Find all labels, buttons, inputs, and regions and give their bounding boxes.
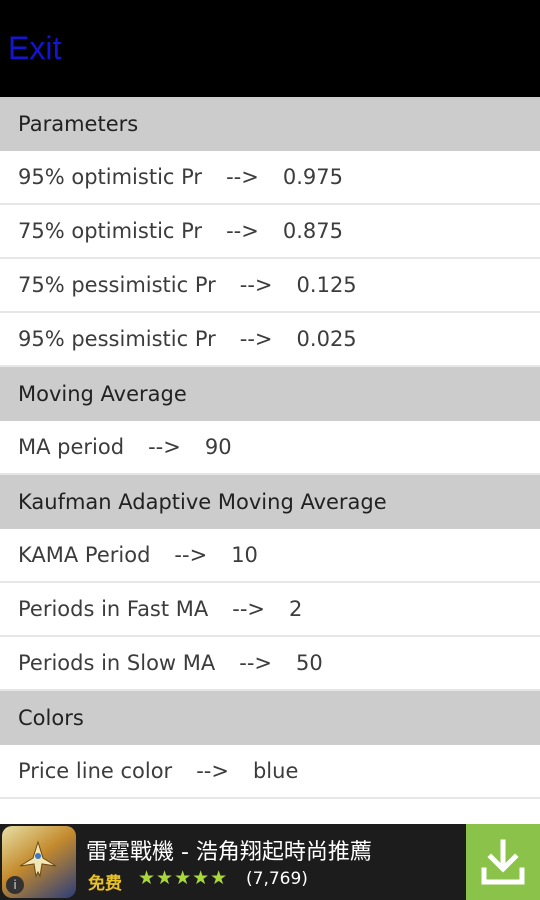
pref-arrow: -->	[239, 327, 273, 351]
pref-name: KAMA Period	[18, 543, 151, 567]
pref-arrow: -->	[196, 759, 229, 783]
pref-row-ma-period[interactable]: MA period --> 90	[0, 421, 540, 475]
section-header-label: Kaufman Adaptive Moving Average	[18, 490, 387, 514]
pref-name: Periods in Slow MA	[18, 651, 216, 675]
pref-value: 10	[231, 543, 258, 567]
pref-value: 50	[296, 651, 323, 675]
pref-row-75-optimistic[interactable]: 75% optimistic Pr --> 0.875	[0, 205, 540, 259]
pref-arrow: -->	[239, 273, 273, 297]
pref-name: Price line color	[18, 759, 173, 783]
pref-row-75-pessimistic[interactable]: 75% pessimistic Pr --> 0.125	[0, 259, 540, 313]
info-icon: i	[6, 876, 24, 894]
pref-value: 0.875	[282, 219, 343, 243]
ad-banner[interactable]: i 雷霆戰機 - 浩角翔起時尚推薦 免费 ★★★★★ (7,769)	[0, 824, 540, 900]
section-header-label: Parameters	[18, 112, 139, 136]
pref-row-kama-period[interactable]: KAMA Period --> 10	[0, 529, 540, 583]
pref-arrow: -->	[226, 165, 259, 189]
pref-name: 95% optimistic Pr	[18, 165, 203, 189]
pref-row-95-optimistic[interactable]: 95% optimistic Pr --> 0.975	[0, 151, 540, 205]
pref-arrow: -->	[148, 435, 181, 459]
pref-value: 90	[204, 435, 232, 459]
pref-value: 0.025	[296, 327, 357, 351]
download-icon	[481, 839, 525, 885]
pref-arrow: -->	[232, 597, 266, 621]
download-button[interactable]	[466, 824, 540, 900]
top-bar: Exit	[0, 0, 540, 97]
pref-arrow: -->	[174, 543, 208, 567]
section-header-moving-average: Moving Average	[0, 367, 540, 421]
pref-value: 0.125	[296, 273, 357, 297]
pref-value: 0.975	[282, 165, 343, 189]
ad-price: 免费	[88, 874, 122, 894]
pref-row-price-line-color[interactable]: Price line color --> blue	[0, 745, 540, 799]
jet-icon	[19, 840, 57, 878]
pref-name: 95% pessimistic Pr	[18, 327, 216, 351]
rating-stars: ★★★★★	[138, 867, 229, 889]
game-icon[interactable]: i	[2, 826, 76, 898]
pref-name: 75% optimistic Pr	[18, 219, 203, 243]
pref-row-fast-ma[interactable]: Periods in Fast MA --> 2	[0, 583, 540, 637]
section-header-kama: Kaufman Adaptive Moving Average	[0, 475, 540, 529]
section-header-label: Moving Average	[18, 382, 187, 406]
pref-name: 75% pessimistic Pr	[18, 273, 216, 297]
exit-button[interactable]: Exit	[8, 28, 61, 68]
pref-name: MA period	[18, 435, 125, 459]
pref-row-95-pessimistic[interactable]: 95% pessimistic Pr --> 0.025	[0, 313, 540, 367]
review-count: (7,769)	[246, 869, 308, 889]
pref-name: Periods in Fast MA	[18, 597, 209, 621]
pref-row-slow-ma[interactable]: Periods in Slow MA --> 50	[0, 637, 540, 691]
preferences-list: Parameters 95% optimistic Pr --> 0.975 75%…	[0, 97, 540, 799]
section-header-parameters: Parameters	[0, 97, 540, 151]
pref-value: 2	[289, 597, 303, 621]
section-header-colors: Colors	[0, 691, 540, 745]
pref-arrow: -->	[226, 219, 259, 243]
section-header-label: Colors	[18, 706, 84, 730]
pref-arrow: -->	[239, 651, 273, 675]
pref-value: blue	[252, 759, 299, 783]
ad-title[interactable]: 雷霆戰機 - 浩角翔起時尚推薦	[86, 834, 372, 866]
